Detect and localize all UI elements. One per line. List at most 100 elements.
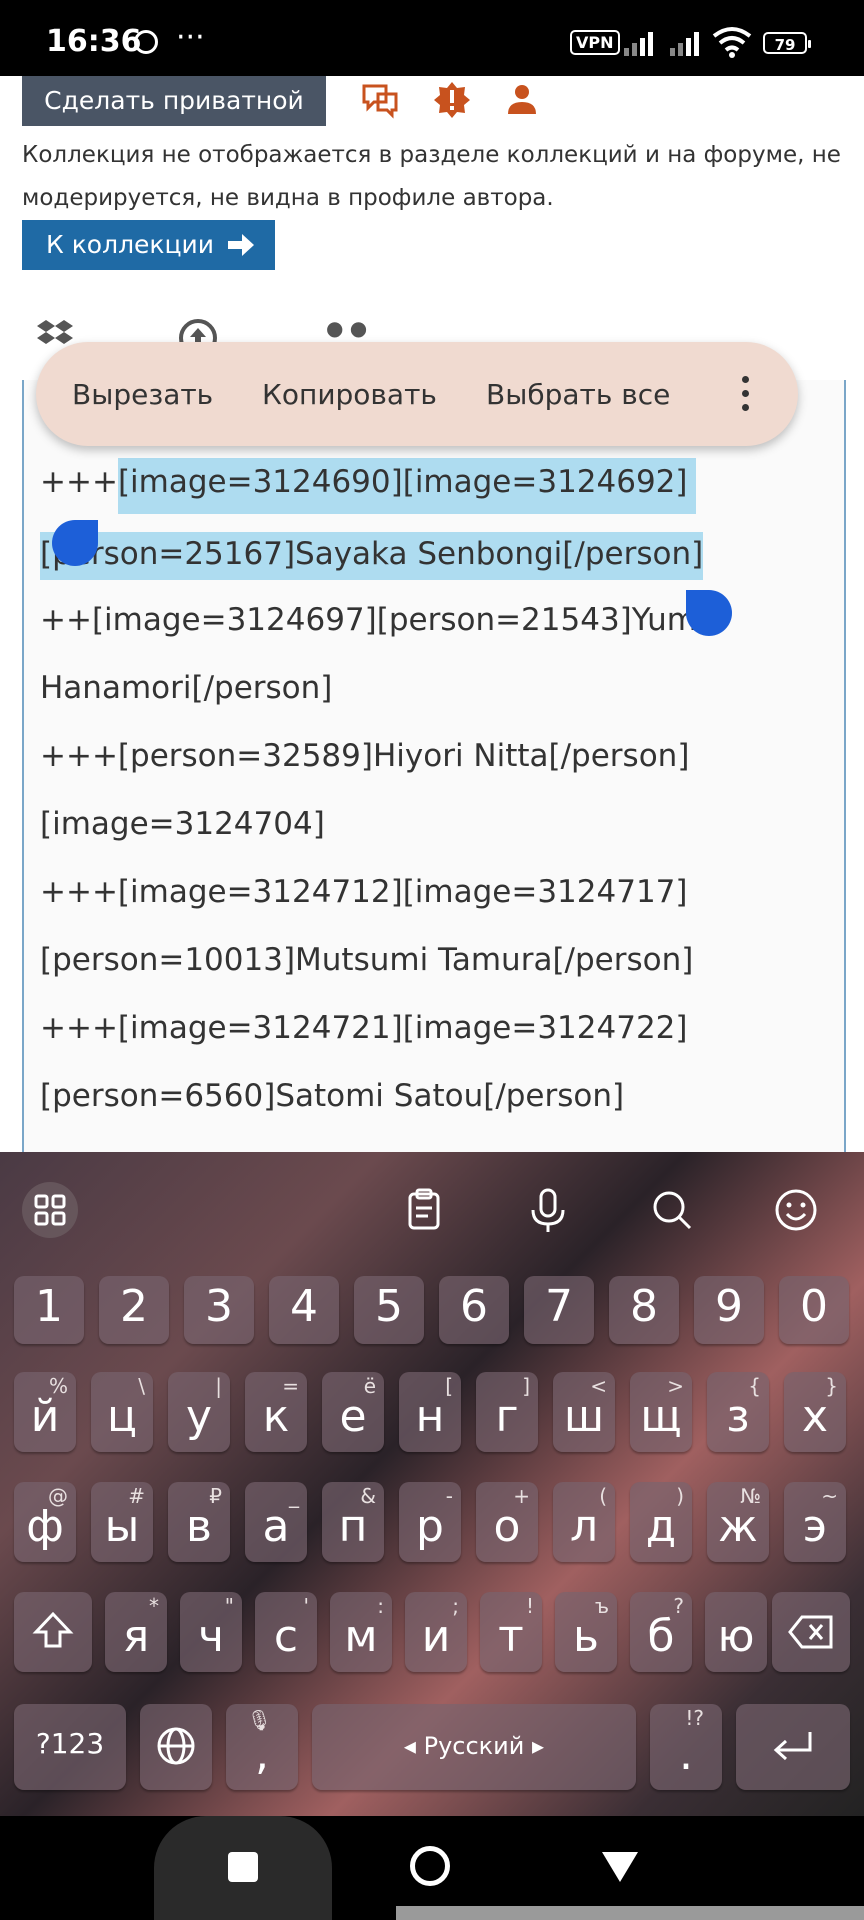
- to-collection-label: К коллекции: [46, 230, 215, 259]
- recents-button-icon[interactable]: [228, 1852, 258, 1882]
- copy-menu-item[interactable]: Копировать: [262, 378, 437, 411]
- home-button-icon[interactable]: [410, 1846, 450, 1886]
- editor-line-3[interactable]: ++[image=3124697][person=21543]Yumiri: [40, 602, 727, 638]
- key-с[interactable]: ' с: [255, 1592, 317, 1672]
- key-а[interactable]: _ а: [245, 1482, 307, 1562]
- signal-icon-2: [670, 30, 704, 56]
- key-6[interactable]: 6: [439, 1276, 509, 1344]
- key-9[interactable]: 9: [694, 1276, 764, 1344]
- backspace-icon: [788, 1615, 833, 1649]
- language-key[interactable]: [140, 1704, 212, 1790]
- clock: 16:36: [46, 24, 142, 59]
- key-б[interactable]: ? б: [630, 1592, 692, 1672]
- selection-end-handle[interactable]: [686, 590, 732, 636]
- key-3[interactable]: 3: [184, 1276, 254, 1344]
- selected-text: [person=25167]Sayaka Senbongi[/person]: [40, 536, 704, 572]
- selection-start-handle[interactable]: [52, 520, 98, 566]
- editor-line-1[interactable]: +++[image=3124690][image=3124692]: [40, 458, 696, 514]
- backspace-key[interactable]: [772, 1592, 850, 1672]
- key-х[interactable]: } х: [784, 1372, 846, 1452]
- key-ш[interactable]: < ш: [553, 1372, 615, 1452]
- editor-line-2[interactable]: [person=25167]Sayaka Senbongi[/person]: [40, 532, 704, 580]
- shift-key[interactable]: [14, 1592, 92, 1672]
- key-4[interactable]: 4: [269, 1276, 339, 1344]
- drag-handle-icon[interactable]: ● ●: [326, 316, 367, 340]
- gesture-bar: [396, 1906, 864, 1920]
- editor-line-4[interactable]: Hanamori[/person]: [40, 670, 332, 706]
- key-н[interactable]: [н: [399, 1372, 461, 1452]
- make-private-button[interactable]: Сделать приватной: [22, 76, 326, 126]
- key-к[interactable]: = к: [245, 1372, 307, 1452]
- key-ю[interactable]: ю: [705, 1592, 767, 1672]
- back-button-icon[interactable]: [600, 1850, 640, 1884]
- search-icon[interactable]: [644, 1182, 700, 1238]
- key-1[interactable]: 1: [14, 1276, 84, 1344]
- vpn-badge: VPN: [570, 30, 620, 55]
- editor-line-10[interactable]: [person=6560]Satomi Satou[/person]: [40, 1078, 624, 1114]
- key-я[interactable]: * я: [105, 1592, 167, 1672]
- shift-icon: [32, 1611, 74, 1648]
- key-ь[interactable]: ъь: [555, 1592, 617, 1672]
- user-icon[interactable]: [502, 80, 542, 120]
- text-selection-menu: Вырезать Копировать Выбрать все: [36, 342, 798, 446]
- more-options-icon[interactable]: [742, 376, 750, 414]
- key-е[interactable]: ёе: [322, 1372, 384, 1452]
- key-в[interactable]: ₽ в: [168, 1482, 230, 1562]
- status-bar: 16:36 ··· VPN 79: [0, 0, 864, 76]
- key-р[interactable]: -р: [399, 1482, 461, 1562]
- key-2[interactable]: 2: [99, 1276, 169, 1344]
- enter-key[interactable]: [736, 1704, 850, 1790]
- key-5[interactable]: 5: [354, 1276, 424, 1344]
- globe-icon: [157, 1727, 195, 1765]
- key-т[interactable]: ! т: [480, 1592, 542, 1672]
- wifi-icon: [712, 27, 752, 58]
- symbols-key[interactable]: ?123: [14, 1704, 126, 1790]
- to-collection-button[interactable]: К коллекции: [22, 220, 275, 270]
- navigation-bar: [0, 1816, 864, 1920]
- editor-line-8[interactable]: [person=10013]Mutsumi Tamura[/person]: [40, 942, 693, 978]
- keyboard-menu-icon[interactable]: [22, 1182, 78, 1238]
- comma-key[interactable]: 🎙 ,: [226, 1704, 298, 1790]
- key-з[interactable]: {з: [707, 1372, 769, 1452]
- comments-icon[interactable]: [360, 80, 400, 120]
- clipboard-icon[interactable]: [396, 1182, 452, 1238]
- space-key[interactable]: ◂ Русский ▸: [312, 1704, 636, 1790]
- key-8[interactable]: 8: [609, 1276, 679, 1344]
- report-icon[interactable]: [432, 80, 472, 120]
- key-ц[interactable]: \ ц: [91, 1372, 153, 1452]
- sync-check-icon: [134, 30, 158, 54]
- select-all-menu-item[interactable]: Выбрать все: [486, 378, 670, 411]
- keyboard: 1 2 3 4 5 6 7 8 9 0 % й \ ц | у = к ёе [н ] г…: [0, 1152, 864, 1816]
- emoji-icon[interactable]: [768, 1182, 824, 1238]
- editor-line-5[interactable]: +++[person=32589]Hiyori Nitta[/person]: [40, 738, 689, 774]
- editor-line-6[interactable]: [image=3124704]: [40, 806, 325, 842]
- key-0[interactable]: 0: [779, 1276, 849, 1344]
- key-у[interactable]: | у: [168, 1372, 230, 1452]
- signal-icon: [624, 30, 658, 56]
- line-prefix: +++: [40, 464, 118, 500]
- key-ы[interactable]: # ы: [91, 1482, 153, 1562]
- key-й[interactable]: % й: [14, 1372, 76, 1452]
- key-п[interactable]: & п: [322, 1482, 384, 1562]
- key-э[interactable]: ~ э: [784, 1482, 846, 1562]
- collection-description: Коллекция не отображается в разделе колл…: [22, 142, 841, 211]
- key-и[interactable]: ; и: [405, 1592, 467, 1672]
- editor-line-9[interactable]: +++[image=3124721][image=3124722]: [40, 1010, 688, 1046]
- selected-text: [image=3124690][image=3124692]: [117, 458, 696, 514]
- key-7[interactable]: 7: [524, 1276, 594, 1344]
- key-д[interactable]: ) д: [630, 1482, 692, 1562]
- period-key[interactable]: !? .: [650, 1704, 722, 1790]
- space-label: ◂ Русский ▸: [403, 1732, 545, 1760]
- key-щ[interactable]: > щ: [630, 1372, 692, 1452]
- key-м[interactable]: :м: [330, 1592, 392, 1672]
- key-ф[interactable]: @ ф: [14, 1482, 76, 1562]
- editor-line-7[interactable]: +++[image=3124712][image=3124717]: [40, 874, 688, 910]
- key-г[interactable]: ] г: [476, 1372, 538, 1452]
- key-о[interactable]: + о: [476, 1482, 538, 1562]
- key-л[interactable]: (л: [553, 1482, 615, 1562]
- key-ч[interactable]: " ч: [180, 1592, 242, 1672]
- cut-menu-item[interactable]: Вырезать: [72, 378, 213, 411]
- microphone-icon[interactable]: [520, 1182, 576, 1238]
- arrow-right-icon: [228, 234, 254, 256]
- key-ж[interactable]: № ж: [707, 1482, 769, 1562]
